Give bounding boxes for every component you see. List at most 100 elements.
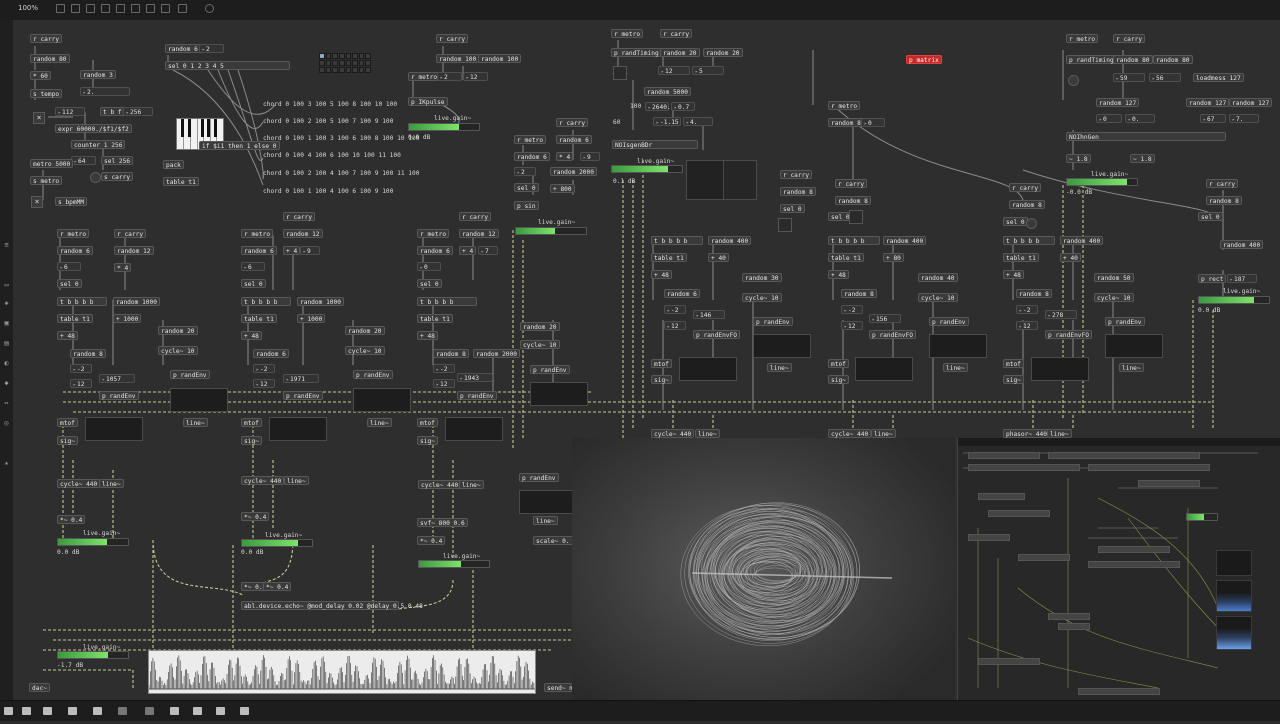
random-object[interactable]: random 6 (165, 44, 201, 53)
number-box[interactable]: 2 (514, 167, 536, 176)
add-object[interactable]: + 1000 (113, 314, 142, 323)
mtof-object[interactable]: mtof (828, 359, 849, 368)
random-object[interactable]: random 400 (708, 236, 752, 245)
number-box[interactable]: 146 (693, 310, 725, 319)
mtof-object[interactable]: mtof (651, 359, 672, 368)
line-object[interactable]: line~ (284, 476, 309, 485)
random-object[interactable]: random 400 (1220, 240, 1264, 249)
line-object[interactable]: line~ (99, 479, 124, 488)
new-comment-icon[interactable] (86, 4, 95, 13)
random-object[interactable]: random 20 (158, 326, 198, 335)
table-object[interactable]: table t1 (163, 177, 199, 186)
add-object[interactable]: + 48 (241, 331, 262, 340)
cycle-object[interactable]: cycle~ 10 (520, 340, 560, 349)
random-object[interactable]: random 8 (433, 349, 469, 358)
add-object[interactable]: + 1000 (297, 314, 326, 323)
random-object[interactable]: random 6 (664, 289, 700, 298)
random-object[interactable]: random 6 (57, 246, 93, 255)
new-object-icon[interactable] (56, 4, 65, 13)
add-object[interactable]: + 40 (1060, 253, 1081, 262)
r-carry-object[interactable]: r carry (1113, 34, 1146, 43)
gain-slider[interactable] (1186, 513, 1218, 521)
lock-icon[interactable] (4, 707, 13, 715)
number-box[interactable]: -2 (70, 364, 92, 373)
r-carry-object[interactable]: r carry (556, 118, 589, 127)
select-object[interactable]: sel 0 (1198, 212, 1223, 221)
loadmess-object[interactable]: loadmess 127 (1193, 73, 1244, 82)
r-carry-object[interactable]: r carry (1206, 179, 1239, 188)
number-box[interactable]: 0 (861, 118, 885, 127)
dac-object[interactable]: dac~ (29, 683, 50, 692)
send-carry-object[interactable]: s carry (101, 172, 134, 181)
r-metro-object[interactable]: r metro (828, 101, 861, 110)
mtof-object[interactable]: mtof (417, 418, 438, 427)
trigger-object[interactable]: t b b b b (57, 297, 107, 306)
line-object[interactable]: line~ (1119, 363, 1144, 372)
subpatch-randenv[interactable]: p randEnv (170, 370, 210, 379)
chord-message[interactable]: chord 0 100 3 100 5 100 8 100 10 100 (263, 101, 397, 108)
add-object[interactable]: + 48 (1003, 270, 1024, 279)
presentation-icon[interactable] (22, 707, 31, 715)
function-envelope[interactable] (170, 388, 228, 412)
subpatch-randtiming[interactable]: p randTiming (611, 48, 662, 57)
random-object[interactable]: random 3 (80, 70, 116, 79)
gain-slider[interactable] (611, 165, 683, 173)
r-metro-object[interactable]: r metro (408, 72, 441, 81)
number-box[interactable]: 12 (463, 72, 488, 81)
multiply-signal-object[interactable]: *~ 0.4 (417, 536, 446, 545)
random-object[interactable]: random 30 (742, 273, 782, 282)
number-box[interactable]: 12 (433, 379, 455, 388)
random-object[interactable]: random 6 (514, 152, 550, 161)
function-envelope[interactable] (1105, 334, 1163, 358)
float-number-box[interactable]: 2. (80, 87, 130, 96)
noisegen-object[interactable]: NOIhnGen (1066, 132, 1226, 141)
random-object[interactable]: random 12 (459, 229, 499, 238)
gain-slider[interactable] (1066, 178, 1138, 186)
media-icon[interactable]: ◆ (3, 380, 10, 387)
r-carry-object[interactable]: r carry (1009, 183, 1042, 192)
function-envelope[interactable] (753, 334, 811, 358)
cut-icon[interactable] (118, 707, 127, 715)
random-object[interactable]: random 20 (660, 48, 700, 57)
console-icon[interactable] (68, 707, 77, 715)
debug-icon[interactable] (170, 707, 179, 715)
r-carry-object[interactable]: r carry (283, 212, 316, 221)
select-object[interactable]: sel 0 (57, 279, 82, 288)
r-metro-object[interactable]: r metro (57, 229, 90, 238)
jitter-object-icon[interactable]: ▣ (3, 320, 10, 327)
number-box[interactable]: -2 (433, 364, 455, 373)
gain-slider[interactable] (241, 539, 313, 547)
send-bpm-object[interactable]: s bpmMM (55, 197, 88, 206)
random-object[interactable]: random 20 (345, 326, 385, 335)
menu-icon[interactable]: ≡ (3, 242, 10, 249)
multiply-signal-object[interactable]: *~ 0.4 (57, 515, 86, 524)
number-box[interactable]: 2640. (645, 102, 671, 111)
function-envelope[interactable] (353, 388, 411, 412)
select-object[interactable]: sel 0 (417, 279, 442, 288)
line-object[interactable]: line~ (183, 418, 208, 427)
cycle-object[interactable]: cycle~ 440 (651, 429, 695, 438)
r-metro-object[interactable]: r metro (241, 229, 274, 238)
trigger-object[interactable]: t b b b b (828, 236, 880, 245)
r-carry-object[interactable]: r carry (114, 229, 147, 238)
random-object[interactable]: random 1000 (297, 297, 344, 306)
number-box[interactable]: -2 (841, 305, 863, 314)
grid-snap-icon[interactable] (240, 707, 249, 715)
random-object[interactable]: random 100 (436, 54, 480, 63)
toggle-box[interactable] (778, 218, 792, 232)
random-object[interactable]: random 100 (478, 54, 522, 63)
function-envelope[interactable] (445, 417, 503, 441)
number-box[interactable]: 156 (869, 314, 901, 323)
r-metro-object[interactable]: r metro (514, 135, 547, 144)
echo-device-object[interactable]: abl.device.echo~ @mod_delay 0.02 @delay … (241, 601, 423, 610)
toggle-box[interactable] (849, 210, 863, 224)
line-object[interactable]: line~ (767, 363, 792, 372)
r-carry-object[interactable]: r carry (835, 179, 868, 188)
line-object[interactable]: line~ (533, 516, 558, 525)
multiply-signal-object[interactable]: ~ 1.8 (1066, 154, 1091, 163)
phasor-object[interactable]: phasor~ 440 (1003, 429, 1050, 438)
add-object[interactable]: + 48 (417, 331, 438, 340)
gain-slider[interactable] (1198, 296, 1270, 304)
multiply-object[interactable]: * 60 (30, 71, 51, 80)
r-metro-object[interactable]: r metro (1066, 34, 1099, 43)
